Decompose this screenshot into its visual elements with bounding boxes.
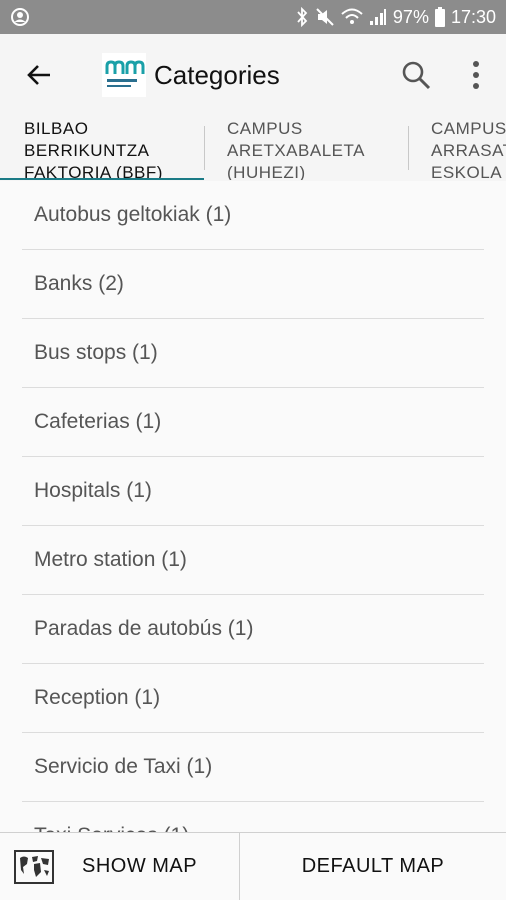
list-item[interactable]: Servicio de Taxi (1) bbox=[22, 733, 484, 802]
show-map-label: SHOW MAP bbox=[82, 855, 198, 877]
status-bar: 97% 17:30 bbox=[0, 0, 506, 34]
tab-bilbao-bbf[interactable]: BILBAO BERRIKUNTZA FAKTORIA (BBF) bbox=[24, 118, 163, 180]
default-map-label: DEFAULT MAP bbox=[301, 855, 445, 877]
list-item[interactable]: Taxi Services (1) bbox=[22, 802, 484, 832]
wifi-icon bbox=[341, 8, 363, 26]
tab-arrasate-eskola[interactable]: CAMPUS ARRASATE ESKOLA bbox=[431, 118, 506, 180]
list-item[interactable]: Paradas de autobús (1) bbox=[22, 595, 484, 664]
default-map-button[interactable]: DEFAULT MAP bbox=[240, 833, 506, 900]
list-item[interactable]: Reception (1) bbox=[22, 664, 484, 733]
mute-icon bbox=[315, 7, 335, 27]
clock: 17:30 bbox=[450, 6, 496, 27]
account-circle-icon bbox=[10, 7, 30, 27]
list-item[interactable]: Bus stops (1) bbox=[22, 319, 484, 388]
tab-divider bbox=[204, 126, 205, 170]
battery-percent: 97% bbox=[392, 6, 429, 27]
show-map-button[interactable]: SHOW MAP bbox=[0, 833, 240, 900]
tab-divider bbox=[408, 126, 409, 170]
list-item[interactable]: Metro station (1) bbox=[22, 526, 484, 595]
list-item[interactable]: Autobus geltokiak (1) bbox=[22, 181, 484, 250]
category-list[interactable]: Autobus geltokiak (1) Banks (2) Bus stop… bbox=[0, 181, 506, 832]
active-tab-indicator bbox=[0, 178, 204, 180]
list-item[interactable]: Hospitals (1) bbox=[22, 457, 484, 526]
list-item[interactable]: Cafeterias (1) bbox=[22, 388, 484, 457]
more-vert-icon bbox=[473, 61, 479, 89]
overflow-menu-button[interactable] bbox=[446, 34, 506, 116]
battery-icon bbox=[434, 7, 445, 27]
app-bar: Categories bbox=[0, 34, 506, 116]
page-title: Categories bbox=[154, 59, 280, 90]
mondragon-unibertsitatea-logo bbox=[102, 53, 146, 97]
world-map-icon bbox=[14, 849, 54, 884]
arrow-back-icon bbox=[27, 65, 50, 85]
search-icon bbox=[402, 61, 431, 90]
list-item[interactable]: Banks (2) bbox=[22, 250, 484, 319]
signal-icon bbox=[369, 8, 387, 26]
tab-aretxabaleta-huhezi[interactable]: CAMPUS ARETXABALETA (HUHEZI) bbox=[227, 118, 365, 180]
bottom-bar: SHOW MAP DEFAULT MAP bbox=[0, 832, 506, 900]
back-button[interactable] bbox=[0, 34, 78, 116]
campus-tabs: BILBAO BERRIKUNTZA FAKTORIA (BBF) CAMPUS… bbox=[0, 116, 506, 180]
bluetooth-icon bbox=[295, 7, 309, 27]
search-button[interactable] bbox=[386, 34, 446, 116]
